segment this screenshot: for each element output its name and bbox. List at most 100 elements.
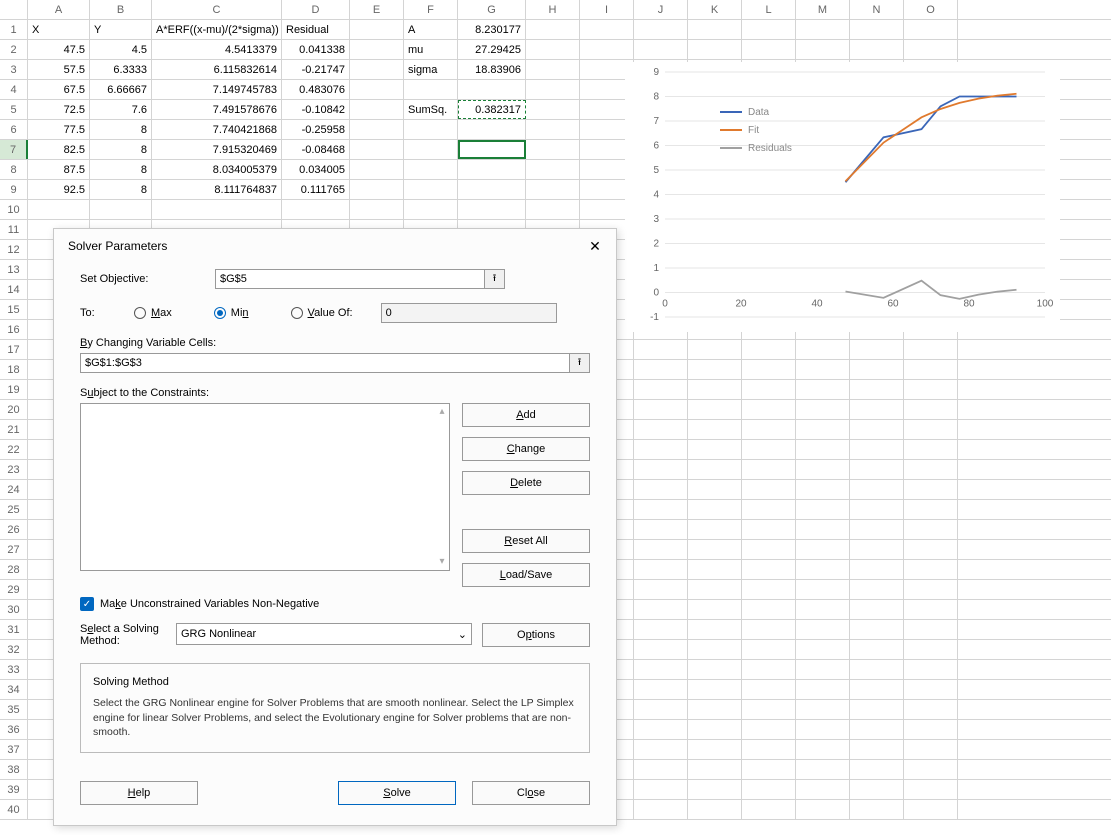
cell[interactable] [904,360,958,379]
cell[interactable]: A*ERF((x-mu)/(2*sigma)) [152,20,282,39]
min-radio[interactable]: Min [214,307,249,319]
cell[interactable] [688,720,742,739]
row-header[interactable]: 38 [0,760,28,779]
cell[interactable] [404,140,458,159]
cell[interactable] [634,520,688,539]
cell[interactable] [688,700,742,719]
cell[interactable] [350,140,404,159]
cell[interactable] [904,740,958,759]
cell[interactable] [688,560,742,579]
cell[interactable] [796,620,850,639]
cell[interactable] [796,340,850,359]
cell[interactable] [742,420,796,439]
cell[interactable] [850,660,904,679]
col-header[interactable]: G [458,0,526,19]
cell[interactable] [526,20,580,39]
cell[interactable]: 4.5413379 [152,40,282,59]
options-button[interactable]: Options [482,623,590,647]
cell[interactable] [634,640,688,659]
cell[interactable] [904,700,958,719]
cell[interactable] [688,600,742,619]
row-header[interactable]: 12 [0,240,28,259]
row-header[interactable]: 6 [0,120,28,139]
cell[interactable]: 8.230177 [458,20,526,39]
cell[interactable] [688,580,742,599]
cell[interactable] [526,120,580,139]
cell[interactable]: 7.6 [90,100,152,119]
cell[interactable]: 92.5 [28,180,90,199]
cell[interactable] [634,20,688,39]
cell[interactable] [850,800,904,819]
cell[interactable] [634,780,688,799]
cell[interactable] [634,340,688,359]
change-button[interactable]: Change [462,437,590,461]
cell[interactable] [850,560,904,579]
cell[interactable] [742,680,796,699]
cell[interactable] [796,800,850,819]
cell[interactable] [850,540,904,559]
cell[interactable] [152,200,282,219]
cell[interactable] [850,380,904,399]
cell[interactable] [904,20,958,39]
cell[interactable]: 7.915320469 [152,140,282,159]
cell[interactable] [350,100,404,119]
cell[interactable] [634,800,688,819]
row-header[interactable]: 40 [0,800,28,819]
cell[interactable] [350,40,404,59]
objective-input[interactable] [215,269,485,289]
row-header[interactable]: 30 [0,600,28,619]
cell[interactable] [796,420,850,439]
cell[interactable]: -0.25958 [282,120,350,139]
help-button[interactable]: Help [80,781,198,805]
row-header[interactable]: 27 [0,540,28,559]
cell[interactable]: sigma [404,60,458,79]
constraints-listbox[interactable]: ▴ ▾ [80,403,450,571]
cell[interactable]: 0.483076 [282,80,350,99]
cell[interactable] [634,440,688,459]
cell[interactable] [350,200,404,219]
row-header[interactable]: 15 [0,300,28,319]
cell[interactable] [688,20,742,39]
cell[interactable] [850,720,904,739]
cell[interactable] [458,80,526,99]
cell[interactable] [634,600,688,619]
changing-cells-input[interactable] [80,353,570,373]
cell[interactable] [850,440,904,459]
cell[interactable]: 6.66667 [90,80,152,99]
cell[interactable] [526,60,580,79]
cell[interactable] [796,20,850,39]
row-header[interactable]: 26 [0,520,28,539]
cell[interactable] [458,120,526,139]
cell[interactable] [634,680,688,699]
cell[interactable] [526,140,580,159]
cell[interactable] [850,40,904,59]
cell[interactable] [850,500,904,519]
cell[interactable] [350,20,404,39]
cell[interactable] [526,180,580,199]
cell[interactable] [688,660,742,679]
cell[interactable]: 27.29425 [458,40,526,59]
add-button[interactable]: Add [462,403,590,427]
row-header[interactable]: 1 [0,20,28,39]
cell[interactable] [904,340,958,359]
cell[interactable] [850,20,904,39]
row-header[interactable]: 21 [0,420,28,439]
cell[interactable] [904,760,958,779]
cell[interactable] [634,380,688,399]
cell[interactable]: 87.5 [28,160,90,179]
cell[interactable] [634,700,688,719]
cell[interactable] [796,720,850,739]
solving-method-select[interactable]: GRG Nonlinear⌄ [176,623,472,645]
cell[interactable] [688,780,742,799]
col-header[interactable]: M [796,0,850,19]
col-header[interactable]: N [850,0,904,19]
cell[interactable] [688,640,742,659]
cell[interactable] [850,760,904,779]
cell[interactable] [350,180,404,199]
cell[interactable]: 72.5 [28,100,90,119]
cell[interactable] [742,20,796,39]
cell[interactable] [904,500,958,519]
close-button[interactable]: Close [472,781,590,805]
row-header[interactable]: 10 [0,200,28,219]
cell[interactable] [634,560,688,579]
